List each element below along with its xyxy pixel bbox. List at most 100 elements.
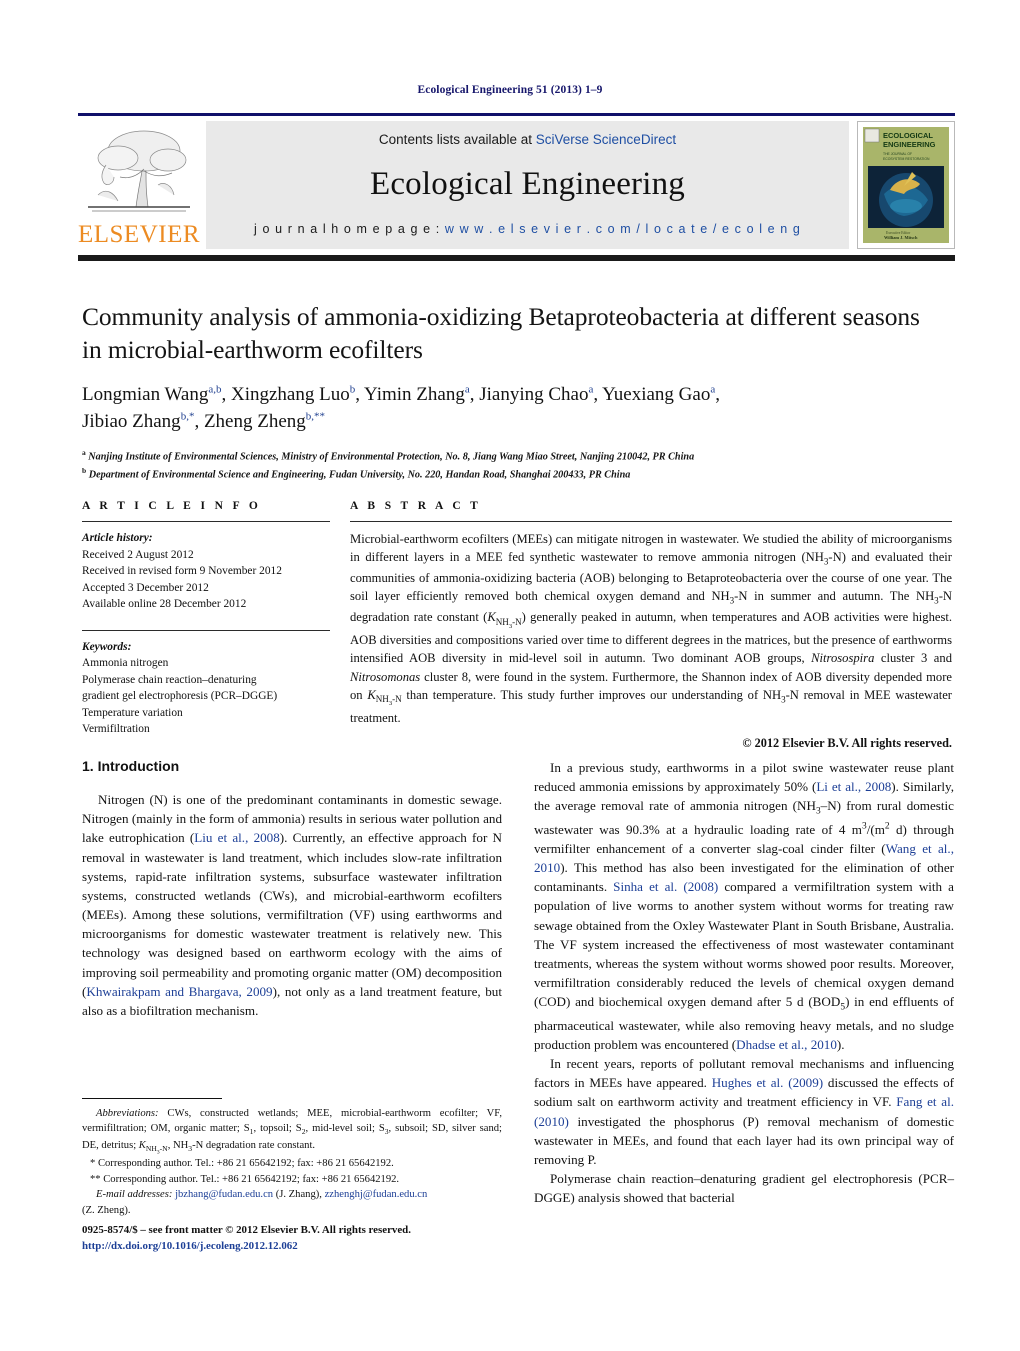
body-column-right: In a previous study, earthworms in a pil… (534, 758, 954, 1207)
journal-cover-image: ECOLOGICAL ENGINEERING THE JOURNAL OF EC… (860, 123, 952, 246)
article-info-divider (82, 521, 330, 522)
affiliation-mark: a (82, 448, 86, 458)
citation-hughes-2009[interactable]: Hughes et al. (2009) (712, 1075, 823, 1090)
email-note: E-mail addresses: jbzhang@fudan.edu.cn (… (82, 1187, 502, 1218)
affiliation-text: Nanjing Institute of Environmental Scien… (88, 451, 695, 463)
author-item[interactable]: Zheng Zhengb,** (204, 411, 325, 432)
article-history-label: Article history: (82, 532, 153, 544)
keyword-item: Temperature variation (82, 706, 183, 719)
running-head: Ecological Engineering 51 (2013) 1–9 (417, 84, 603, 96)
author-item[interactable]: Xingzhang Luob (231, 384, 355, 405)
author-item[interactable]: Jianying Chaoa (479, 384, 593, 405)
author-item[interactable]: Jibiao Zhangb,* (82, 411, 194, 432)
cover-title-line1: ECOLOGICAL (883, 131, 933, 140)
citation-wang-2010[interactable]: Wang et al., 2010 (534, 841, 954, 875)
article-info-heading: A R T I C L E I N F O (82, 500, 262, 512)
email-owner-zhang: (J. Zhang), (275, 1189, 322, 1201)
citation-fang-2010[interactable]: Fang et al. (2010) (534, 1094, 954, 1128)
author-name: Jianying Chao (479, 384, 589, 406)
history-item: Available online 28 December 2012 (82, 598, 247, 611)
author-affil-mark: a (588, 383, 594, 396)
svg-text:THE JOURNAL OF: THE JOURNAL OF (883, 152, 912, 156)
cover-title-line2: ENGINEERING (883, 140, 936, 149)
intro-paragraph-1: Nitrogen (N) is one of the predominant c… (82, 792, 503, 1018)
history-item: Received in revised form 9 November 2012 (82, 565, 282, 578)
sciencedirect-link[interactable]: SciVerse ScienceDirect (536, 132, 676, 147)
keyword-item: Ammonia nitrogen (82, 657, 169, 670)
title-block: Community analysis of ammonia-oxidizing … (82, 300, 944, 482)
history-item: Accepted 3 December 2012 (82, 581, 209, 594)
email-link-zhang[interactable]: jbzhang@fudan.edu.cn (175, 1189, 273, 1200)
author-item[interactable]: Longmian Wanga,b (82, 384, 222, 405)
author-affil-mark: b,** (305, 410, 326, 423)
author-item[interactable]: Yuexiang Gaoa (602, 384, 715, 405)
author-name: Xingzhang Luo (231, 384, 350, 406)
journal-cover-thumbnail: ECOLOGICAL ENGINEERING THE JOURNAL OF EC… (857, 120, 955, 249)
info-abstract-row: A R T I C L E I N F O Article history: R… (82, 500, 952, 751)
footnote-block: Abbreviations: CWs, constructed wetlands… (82, 1098, 502, 1218)
citation-sinha-2008[interactable]: Sinha et al. (2008) (613, 879, 718, 894)
abbreviations-label: Abbreviations: (96, 1108, 159, 1119)
affiliation-b: b Department of Environmental Science an… (82, 465, 944, 482)
author-name: Yuexiang Gao (602, 384, 711, 406)
elsevier-wordmark: ELSEVIER (77, 220, 201, 248)
email-label: E-mail addresses: (96, 1189, 173, 1201)
author-affil-mark: b,* (180, 410, 195, 423)
affiliation-a: a Nanjing Institute of Environmental Sci… (82, 447, 944, 464)
journal-title: Ecological Engineering (369, 165, 686, 202)
journal-masthead: ELSEVIER Contents lists available at Sci… (78, 113, 955, 261)
intro-paragraph-3: In recent years, reports of pollutant re… (534, 1056, 954, 1167)
affiliation-text: Department of Environmental Science and … (88, 469, 631, 481)
homepage-url-link[interactable]: w w w . e l s e v i e r . c o m / l o c … (445, 222, 801, 236)
abstract-heading: A B S T R A C T (350, 500, 482, 512)
contents-available-line: Contents lists available at SciVerse Sci… (379, 132, 676, 147)
citation-li-2008[interactable]: Li et al., 2008 (816, 779, 891, 794)
masthead-top-rule (78, 113, 955, 116)
author-list: Longmian Wanga,b, Xingzhang Luob, Yimin … (82, 383, 720, 433)
homepage-prefix: j o u r n a l h o m e p a g e : (254, 221, 445, 236)
svg-text:William J. Mitsch: William J. Mitsch (884, 235, 918, 240)
issn-front-matter-line: 0925-8574/$ – see front matter © 2012 El… (82, 1224, 411, 1236)
article-info-column: A R T I C L E I N F O Article history: R… (82, 500, 330, 751)
author-item[interactable]: Yimin Zhanga (364, 384, 470, 405)
author-name: Jibiao Zhang (82, 411, 181, 433)
author-name: Zheng Zheng (203, 411, 306, 433)
abstract-divider (350, 521, 952, 522)
section-heading-introduction: 1. Introduction (82, 758, 180, 774)
author-affil-mark: b (349, 383, 356, 396)
keyword-item: gradient gel electrophoresis (PCR–DGGE) (82, 690, 278, 703)
svg-text:ECOSYSTEM RESTORATION: ECOSYSTEM RESTORATION (883, 157, 930, 161)
keywords-label: Keywords: (82, 640, 132, 653)
elsevier-tree-icon (88, 130, 190, 211)
journal-homepage-line: j o u r n a l h o m e p a g e : w w w . … (254, 222, 801, 236)
masthead-center-panel: Contents lists available at SciVerse Sci… (206, 120, 849, 249)
intro-paragraph-4: Polymerase chain reaction–denaturing gra… (534, 1171, 954, 1206)
affiliation-mark: b (82, 465, 87, 475)
author-affil-mark: a (710, 383, 716, 396)
journal-article-page: Ecological Engineering 51 (2013) 1–9 ELS… (0, 0, 1020, 1351)
citation-liu-2008[interactable]: Liu et al., 2008 (194, 830, 280, 845)
author-affil-mark: a,b (208, 383, 222, 396)
author-name: Yimin Zhang (364, 384, 465, 406)
colophon: 0925-8574/$ – see front matter © 2012 El… (82, 1222, 542, 1255)
intro-paragraph-2: In a previous study, earthworms in a pil… (534, 760, 954, 1052)
keyword-item: Vermifiltration (82, 723, 150, 736)
email-owner-zheng: (Z. Zheng). (82, 1204, 131, 1216)
corresponding-author-note-1: * Corresponding author. Tel.: +86 21 656… (90, 1158, 394, 1170)
author-affil-mark: a (464, 383, 470, 396)
citation-dhadse-2010[interactable]: Dhadse et al., 2010 (736, 1037, 837, 1052)
doi-link[interactable]: http://dx.doi.org/10.1016/j.ecoleng.2012… (82, 1238, 542, 1254)
abstract-text: Microbial-earthworm ecofilters (MEEs) ca… (350, 532, 953, 725)
keyword-item: Polymerase chain reaction–denaturing (82, 673, 257, 686)
abstract-column: A B S T R A C T Microbial-earthworm ecof… (350, 500, 952, 751)
masthead-bottom-rule (78, 254, 955, 261)
page-title: Community analysis of ammonia-oxidizing … (82, 302, 920, 365)
citation-khwairakpam-2009[interactable]: Khwairakpam and Bhargava, 2009 (86, 984, 272, 999)
email-link-zheng[interactable]: zzhenghj@fudan.edu.cn (325, 1189, 428, 1200)
keywords-divider (82, 629, 330, 631)
author-name: Longmian Wang (82, 384, 209, 406)
corresponding-author-note-2: ** Corresponding author. Tel.: +86 21 65… (90, 1173, 400, 1185)
contents-prefix: Contents lists available at (378, 131, 536, 147)
footnote-rule (82, 1098, 222, 1099)
